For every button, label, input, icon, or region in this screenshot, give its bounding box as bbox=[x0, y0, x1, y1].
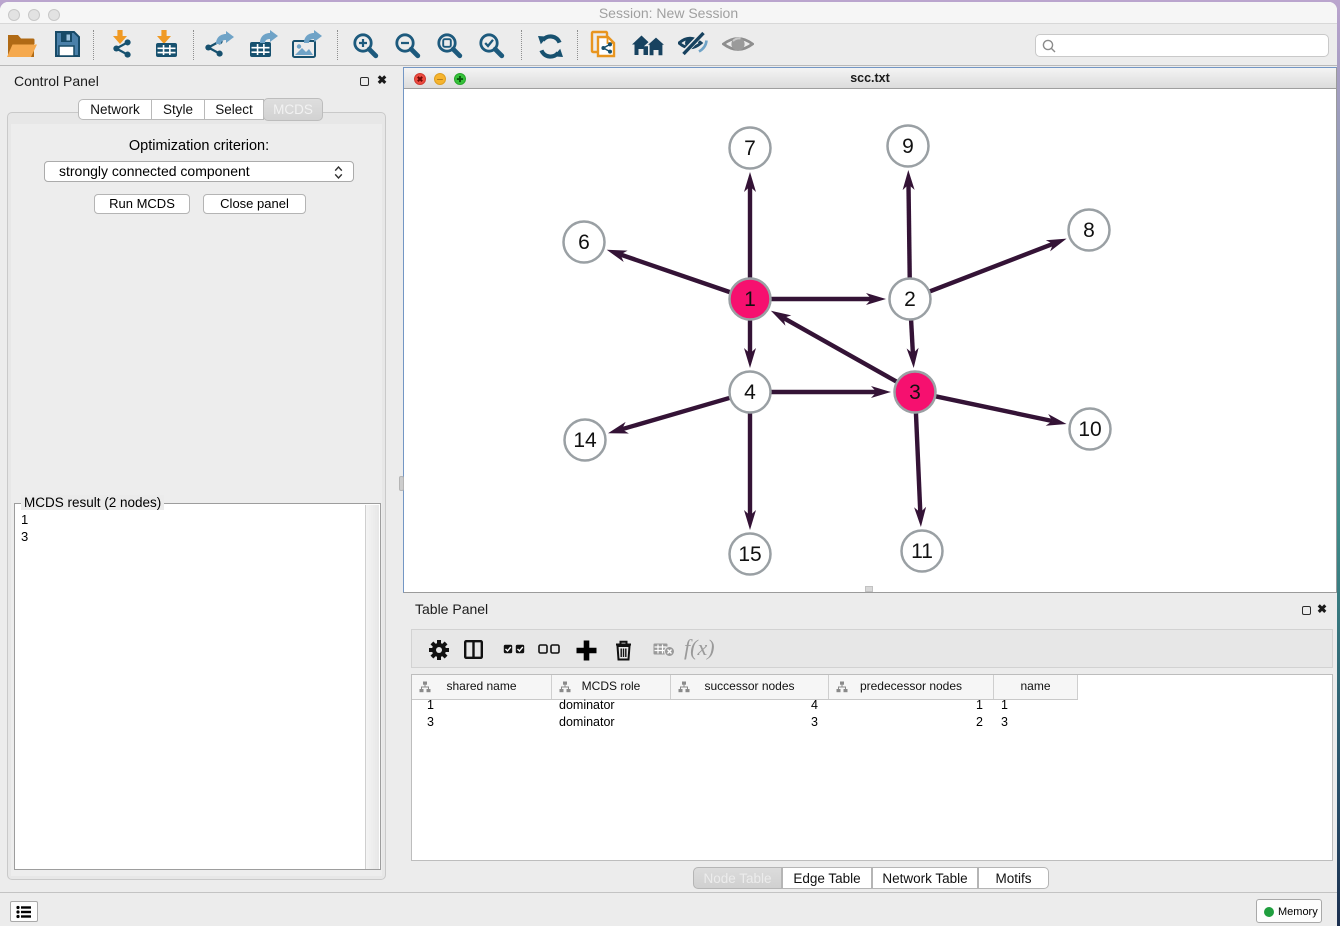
svg-text:6: 6 bbox=[578, 231, 590, 254]
svg-text:2: 2 bbox=[904, 288, 916, 311]
svg-text:10: 10 bbox=[1078, 418, 1101, 441]
svg-text:3: 3 bbox=[909, 381, 921, 404]
svg-text:1: 1 bbox=[744, 288, 756, 311]
svg-text:9: 9 bbox=[902, 135, 914, 158]
svg-text:11: 11 bbox=[911, 540, 933, 563]
svg-text:7: 7 bbox=[744, 137, 756, 160]
svg-text:8: 8 bbox=[1083, 219, 1095, 242]
svg-text:15: 15 bbox=[738, 543, 761, 566]
svg-text:14: 14 bbox=[573, 429, 597, 452]
svg-text:4: 4 bbox=[744, 381, 756, 404]
